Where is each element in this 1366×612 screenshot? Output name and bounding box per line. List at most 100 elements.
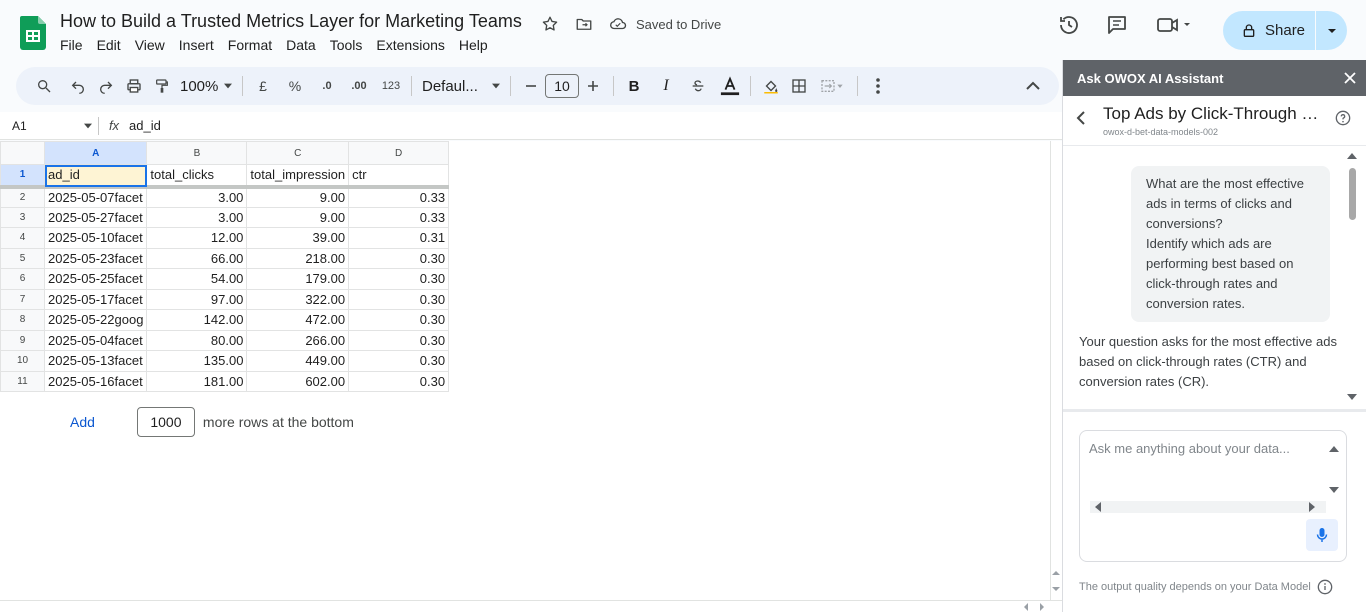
cell[interactable]: 3.00 bbox=[146, 206, 248, 228]
cell[interactable]: 66.00 bbox=[146, 247, 248, 269]
row-header[interactable]: 2 bbox=[0, 186, 45, 208]
cell[interactable]: 2025-05-10facet bbox=[43, 227, 148, 249]
help-icon[interactable] bbox=[1335, 110, 1351, 126]
chat-scroll-up-icon[interactable] bbox=[1346, 152, 1358, 160]
scroll-up-icon[interactable] bbox=[1051, 569, 1061, 577]
menu-file[interactable]: File bbox=[60, 37, 83, 53]
cell[interactable]: 472.00 bbox=[246, 309, 350, 331]
cell[interactable]: 97.00 bbox=[146, 288, 248, 310]
share-button[interactable]: Share bbox=[1223, 11, 1347, 50]
cell[interactable]: 0.30 bbox=[348, 268, 450, 290]
row-header[interactable]: 4 bbox=[0, 227, 45, 249]
increase-decimal-button[interactable]: .00 bbox=[345, 72, 373, 100]
cell[interactable]: 0.30 bbox=[348, 288, 450, 310]
scroll-right-icon[interactable] bbox=[1038, 602, 1046, 612]
meet-icon[interactable] bbox=[1152, 12, 1196, 38]
info-icon[interactable] bbox=[1317, 579, 1333, 595]
cell[interactable]: 2025-05-04facet bbox=[43, 329, 148, 351]
cell[interactable]: 266.00 bbox=[246, 329, 350, 351]
cell-a1[interactable]: ad_id bbox=[43, 164, 148, 189]
cell[interactable]: 181.00 bbox=[146, 370, 248, 392]
paint-format-icon[interactable] bbox=[148, 72, 176, 100]
menu-tools[interactable]: Tools bbox=[330, 37, 363, 53]
search-menus-icon[interactable] bbox=[30, 72, 58, 100]
microphone-button[interactable] bbox=[1306, 519, 1338, 551]
redo-icon[interactable] bbox=[92, 72, 120, 100]
cell[interactable]: 2025-05-25facet bbox=[43, 268, 148, 290]
cell[interactable]: 142.00 bbox=[146, 309, 248, 331]
menu-view[interactable]: View bbox=[135, 37, 165, 53]
star-icon[interactable] bbox=[540, 14, 560, 34]
menu-extensions[interactable]: Extensions bbox=[376, 37, 444, 53]
font-select[interactable]: Defaul... bbox=[418, 72, 504, 100]
cell[interactable]: 2025-05-16facet bbox=[43, 370, 148, 392]
chat-scroll-thumb[interactable] bbox=[1349, 168, 1356, 220]
cell[interactable]: ctr bbox=[348, 164, 450, 189]
horizontal-scrollbar[interactable] bbox=[0, 600, 1062, 612]
scroll-down-icon[interactable] bbox=[1051, 585, 1061, 593]
chat-scrollbar[interactable] bbox=[1346, 152, 1358, 406]
menu-edit[interactable]: Edit bbox=[97, 37, 121, 53]
cell[interactable]: 2025-05-23facet bbox=[43, 247, 148, 269]
cell[interactable]: 2025-05-22goog bbox=[43, 309, 148, 331]
share-options-chevron-icon[interactable] bbox=[1316, 26, 1347, 36]
cell[interactable]: 9.00 bbox=[246, 186, 350, 208]
scroll-left-icon[interactable] bbox=[1022, 602, 1030, 612]
row-header[interactable]: 3 bbox=[0, 206, 45, 228]
column-header-a[interactable]: A bbox=[43, 141, 148, 165]
close-icon[interactable] bbox=[1344, 72, 1356, 84]
cell[interactable]: 322.00 bbox=[246, 288, 350, 310]
cell[interactable]: 449.00 bbox=[246, 350, 350, 372]
cloud-saved-icon[interactable] bbox=[608, 14, 628, 34]
formula-input[interactable]: ad_id bbox=[129, 118, 161, 133]
row-header[interactable]: 10 bbox=[0, 350, 45, 372]
more-formats-button[interactable]: 123 bbox=[377, 72, 405, 100]
cell[interactable]: 2025-05-27facet bbox=[43, 206, 148, 228]
column-header-d[interactable]: D bbox=[348, 141, 450, 165]
column-header-c[interactable]: C bbox=[246, 141, 350, 165]
row-header[interactable]: 5 bbox=[0, 247, 45, 269]
row-header[interactable]: 8 bbox=[0, 309, 45, 331]
decrease-decimal-button[interactable]: .0 bbox=[313, 72, 341, 100]
undo-icon[interactable] bbox=[64, 72, 92, 100]
font-size-input[interactable]: 10 bbox=[545, 74, 579, 98]
cell[interactable]: 135.00 bbox=[146, 350, 248, 372]
cell[interactable]: 39.00 bbox=[246, 227, 350, 249]
zoom-select[interactable]: 100% bbox=[176, 72, 236, 100]
cell[interactable]: 2025-05-17facet bbox=[43, 288, 148, 310]
input-scroll-up-icon[interactable] bbox=[1328, 445, 1340, 453]
row-header[interactable]: 6 bbox=[0, 268, 45, 290]
increase-font-size-icon[interactable] bbox=[579, 72, 607, 100]
cell[interactable]: total_clicks bbox=[146, 164, 248, 189]
cell[interactable]: 0.31 bbox=[348, 227, 450, 249]
borders-icon[interactable] bbox=[785, 72, 813, 100]
document-title[interactable]: How to Build a Trusted Metrics Layer for… bbox=[60, 11, 522, 32]
row-header[interactable]: 7 bbox=[0, 288, 45, 310]
cell[interactable]: 218.00 bbox=[246, 247, 350, 269]
menu-insert[interactable]: Insert bbox=[179, 37, 214, 53]
share-main[interactable]: Share bbox=[1223, 22, 1315, 39]
cell[interactable]: 602.00 bbox=[246, 370, 350, 392]
menu-data[interactable]: Data bbox=[286, 37, 316, 53]
add-rows-button[interactable]: Add bbox=[70, 414, 95, 430]
format-currency-button[interactable]: £ bbox=[249, 72, 277, 100]
cell[interactable]: 80.00 bbox=[146, 329, 248, 351]
chat-scroll-down-icon[interactable] bbox=[1346, 393, 1358, 401]
row-header[interactable]: 1 bbox=[0, 164, 45, 189]
cell[interactable]: 0.30 bbox=[348, 370, 450, 392]
cell[interactable]: 179.00 bbox=[246, 268, 350, 290]
cell[interactable]: 54.00 bbox=[146, 268, 248, 290]
menu-help[interactable]: Help bbox=[459, 37, 488, 53]
sheets-logo-icon[interactable] bbox=[20, 16, 46, 50]
input-scroll-right-icon[interactable] bbox=[1308, 502, 1316, 512]
cell[interactable]: 0.30 bbox=[348, 329, 450, 351]
cell[interactable]: 12.00 bbox=[146, 227, 248, 249]
format-percent-button[interactable]: % bbox=[281, 72, 309, 100]
row-header[interactable]: 9 bbox=[0, 329, 45, 351]
add-rows-count-input[interactable]: 1000 bbox=[136, 407, 195, 437]
input-scroll-down-icon[interactable] bbox=[1328, 486, 1340, 494]
italic-button[interactable]: I bbox=[652, 72, 680, 100]
strikethrough-icon[interactable] bbox=[684, 72, 712, 100]
back-arrow-icon[interactable] bbox=[1075, 110, 1087, 126]
select-all-corner[interactable] bbox=[0, 141, 45, 165]
